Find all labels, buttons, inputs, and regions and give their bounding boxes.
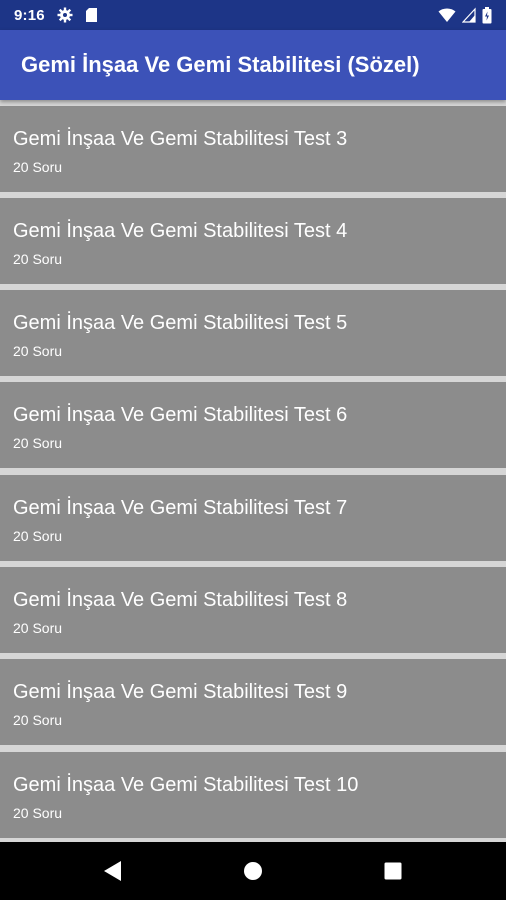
status-right [438,6,492,24]
navigation-bar [0,842,506,900]
test-item-question-count: 20 Soru [13,343,63,359]
status-left: 9:16 [14,7,98,24]
test-item-title: Gemi İnşaa Ve Gemi Stabilitesi Test 4 [13,220,348,242]
test-item-4[interactable]: Gemi İnşaa Ve Gemi Stabilitesi Test 4 20… [0,198,506,284]
test-item-question-count: 20 Soru [13,805,63,821]
test-item-question-count: 20 Soru [13,712,63,728]
test-item-title: Gemi İnşaa Ve Gemi Stabilitesi Test 7 [13,497,348,519]
test-item-question-count: 20 Soru [13,159,63,175]
recents-icon [384,862,402,880]
wifi-icon [438,7,456,23]
test-list[interactable]: Gemi İnşaa Ve Gemi Stabilitesi Test 3 20… [0,106,506,842]
battery-icon [482,6,492,24]
test-item-question-count: 20 Soru [13,528,63,544]
test-item-title: Gemi İnşaa Ve Gemi Stabilitesi Test 6 [13,404,348,426]
test-item-3[interactable]: Gemi İnşaa Ve Gemi Stabilitesi Test 3 20… [0,106,506,192]
status-bar: 9:16 [0,0,506,30]
test-item-title: Gemi İnşaa Ve Gemi Stabilitesi Test 5 [13,312,348,334]
recents-button[interactable] [363,842,423,900]
status-time: 9:16 [14,6,45,24]
test-item-7[interactable]: Gemi İnşaa Ve Gemi Stabilitesi Test 7 20… [0,475,506,561]
app-bar: Gemi İnşaa Ve Gemi Stabilitesi (Sözel) [0,30,506,100]
test-item-6[interactable]: Gemi İnşaa Ve Gemi Stabilitesi Test 6 20… [0,382,506,468]
back-icon [102,860,122,882]
page-title: Gemi İnşaa Ve Gemi Stabilitesi (Sözel) [21,52,420,77]
test-item-question-count: 20 Soru [13,435,63,451]
gear-icon [57,7,73,23]
test-item-title: Gemi İnşaa Ve Gemi Stabilitesi Test 10 [13,774,359,796]
back-button[interactable] [82,842,142,900]
test-item-8[interactable]: Gemi İnşaa Ve Gemi Stabilitesi Test 8 20… [0,567,506,653]
cellular-signal-icon [462,7,476,23]
test-item-title: Gemi İnşaa Ve Gemi Stabilitesi Test 9 [13,681,348,703]
home-button[interactable] [223,842,283,900]
test-item-title: Gemi İnşaa Ve Gemi Stabilitesi Test 8 [13,589,348,611]
test-item-question-count: 20 Soru [13,251,63,267]
sd-card-icon [85,7,98,23]
test-item-10[interactable]: Gemi İnşaa Ve Gemi Stabilitesi Test 10 2… [0,752,506,838]
home-icon [243,861,263,881]
test-item-question-count: 20 Soru [13,620,63,636]
test-item-5[interactable]: Gemi İnşaa Ve Gemi Stabilitesi Test 5 20… [0,290,506,376]
test-item-9[interactable]: Gemi İnşaa Ve Gemi Stabilitesi Test 9 20… [0,659,506,745]
test-item-title: Gemi İnşaa Ve Gemi Stabilitesi Test 3 [13,128,348,150]
